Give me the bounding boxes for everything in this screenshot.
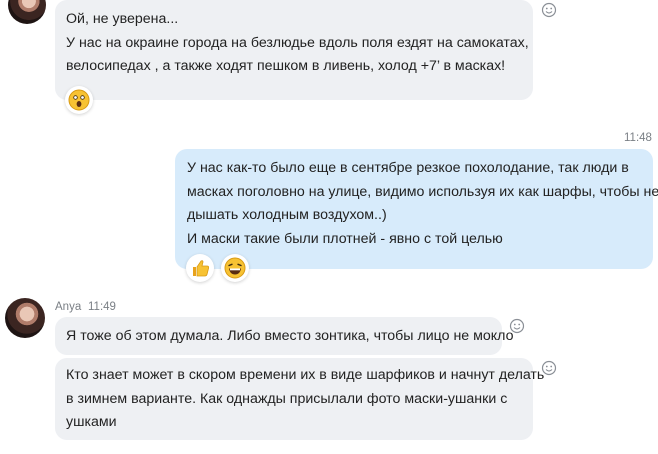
avatar[interactable] bbox=[5, 298, 45, 338]
message-text-line: У нас как-то было еще в сентябре резкое … bbox=[187, 160, 629, 176]
message-text-line: дышать холодным воздухом..) bbox=[187, 207, 387, 223]
thumbs-up-icon[interactable] bbox=[186, 254, 214, 282]
message-text-line: в зимнем варианте. Как однажды присылали… bbox=[66, 390, 508, 407]
message-time: 11:48 bbox=[624, 132, 652, 144]
message-text-line: Я тоже об этом думала. Либо вместо зонти… bbox=[66, 328, 514, 344]
message-text-line: У нас на окраине города на безлюдье вдол… bbox=[66, 34, 529, 51]
message-bubble[interactable]: У нас как-то было еще в сентябре резкое … bbox=[175, 149, 658, 269]
message-text-line: Ой, не уверена... bbox=[66, 11, 179, 27]
message-text-line: масках поголовно на улице, видимо исполь… bbox=[187, 183, 658, 200]
message-text-line: велосипедах , а также ходят пешком в лив… bbox=[66, 58, 506, 74]
message-text-line: ушками bbox=[66, 414, 117, 430]
message-bubble[interactable]: Ой, не уверена... У нас на окраине город… bbox=[55, 0, 533, 100]
message-bubble[interactable]: Кто знает может в скором времени их в ви… bbox=[55, 358, 545, 440]
message-text-line: Кто знает может в скором времени их в ви… bbox=[66, 367, 545, 383]
avatar[interactable] bbox=[8, 0, 46, 24]
message-text-line: И маски такие были плотней - явно с той … bbox=[187, 230, 503, 247]
laughing-face-icon[interactable] bbox=[221, 254, 249, 282]
add-reaction-icon[interactable] bbox=[509, 318, 525, 334]
scared-face-icon[interactable] bbox=[65, 86, 93, 114]
sender-name: Anya bbox=[55, 301, 82, 313]
add-reaction-icon[interactable] bbox=[541, 360, 557, 376]
message-bubble[interactable]: Я тоже об этом думала. Либо вместо зонти… bbox=[55, 317, 514, 355]
add-reaction-icon[interactable] bbox=[541, 2, 557, 18]
message-time: 11:49 bbox=[88, 301, 116, 313]
